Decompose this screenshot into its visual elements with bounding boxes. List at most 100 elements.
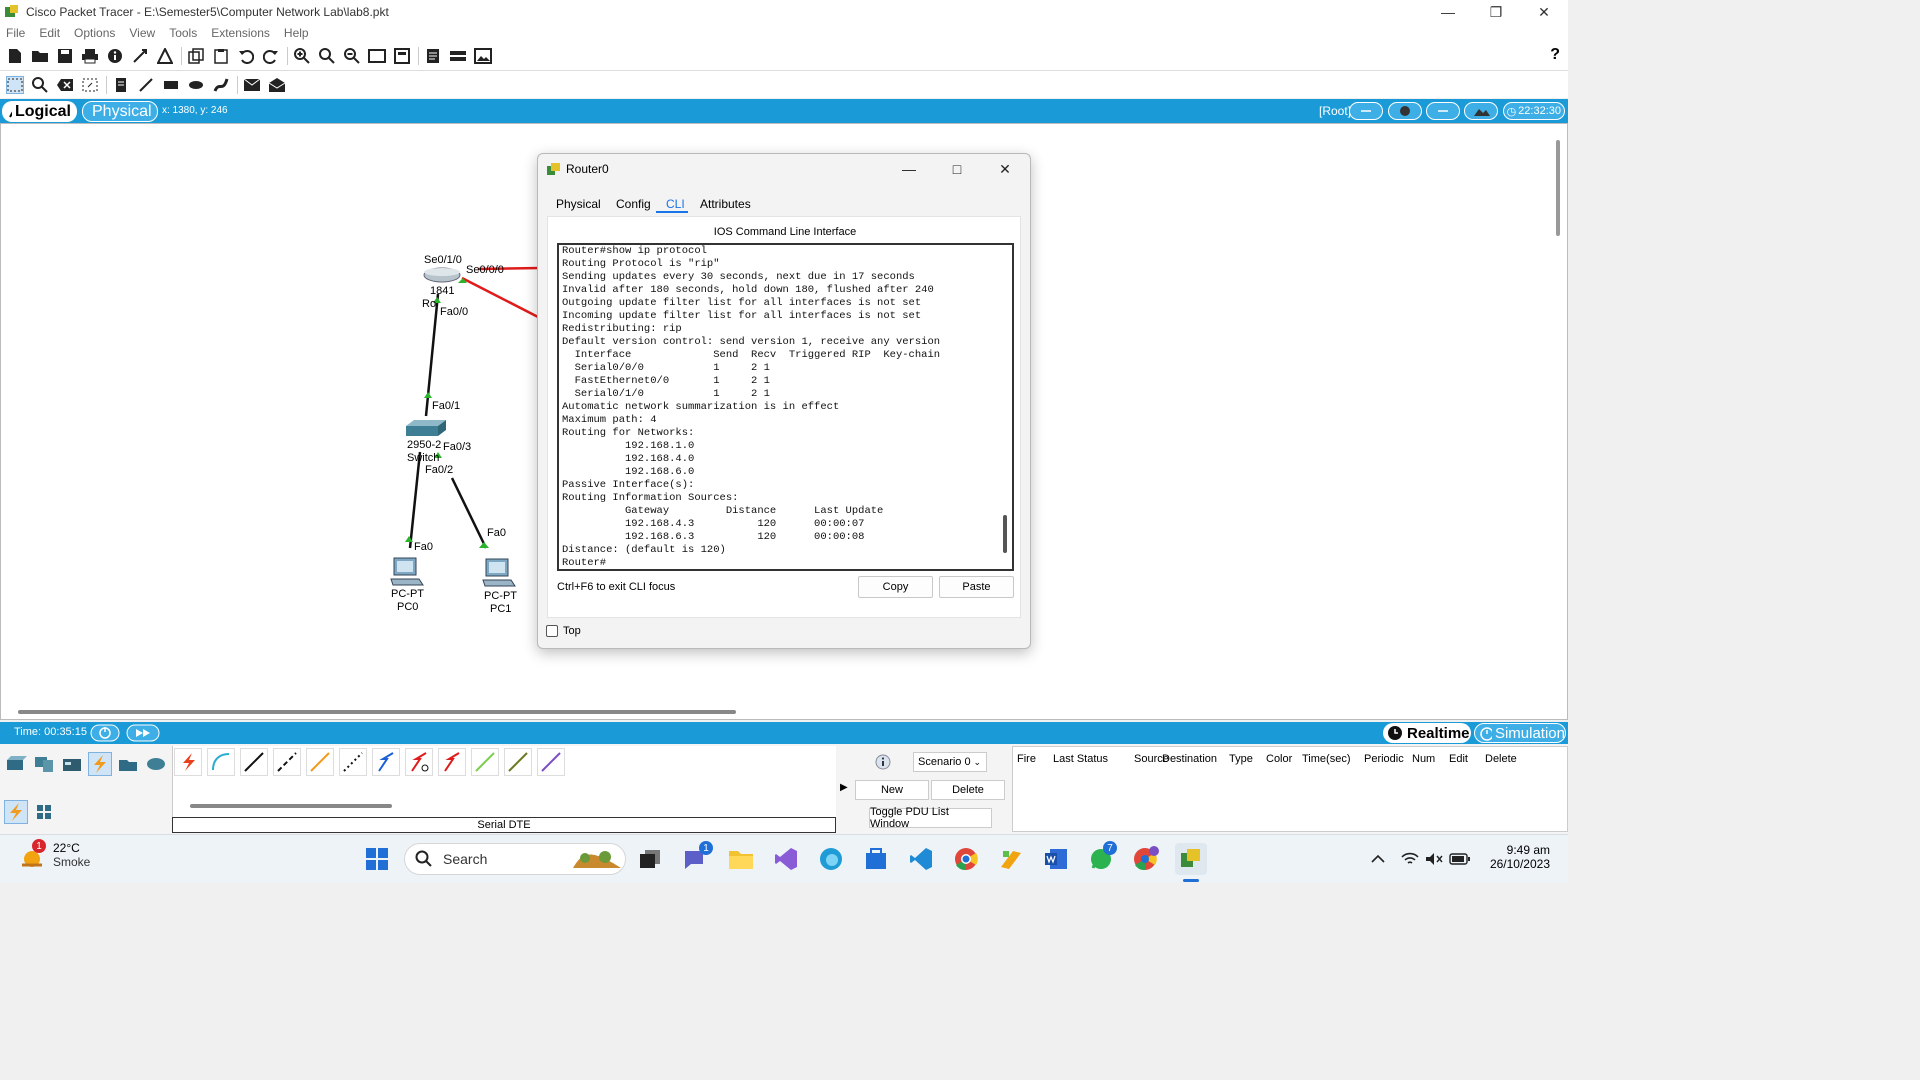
pc1-type: PC-PT	[484, 590, 517, 602]
cli-line: Routing Information Sources:	[562, 492, 739, 504]
pc0-port: Fa0	[414, 541, 433, 553]
pdu-column-header: Delete	[1485, 753, 1517, 765]
router-port-se000: Se0/0/0	[466, 264, 504, 276]
components-icon[interactable]	[60, 752, 84, 776]
system-time: 9:49 am	[1506, 843, 1550, 857]
usb-cable-icon[interactable]	[537, 748, 565, 776]
link-switch-pc0	[408, 451, 422, 549]
fiber-icon[interactable]	[306, 748, 334, 776]
fast-forward-icon[interactable]	[126, 724, 160, 742]
console-cable-icon[interactable]	[207, 748, 235, 776]
tab-attributes[interactable]: Attributes	[700, 197, 751, 211]
iot-custom-cable-icon[interactable]	[504, 748, 532, 776]
scenario-info-icon[interactable]	[875, 754, 891, 770]
end-devices-icon[interactable]	[32, 752, 56, 776]
windows-start-icon[interactable]	[361, 843, 393, 875]
paste-button[interactable]: Paste	[939, 576, 1014, 598]
realtime-label: Realtime	[1407, 724, 1470, 742]
cli-scrollbar[interactable]	[1003, 515, 1007, 553]
delete-scenario-button[interactable]: Delete	[931, 780, 1005, 800]
cli-line: Interface Send Recv Triggered RIP Key-ch…	[562, 349, 941, 361]
packet-tracer-taskbar-icon[interactable]	[1175, 843, 1207, 875]
connections-subcategory-icon[interactable]	[4, 800, 28, 824]
chrome-profile-icon[interactable]	[1130, 843, 1162, 875]
copy-button[interactable]: Copy	[858, 576, 933, 598]
weather-widget[interactable]: 1 22°C Smoke	[20, 839, 90, 871]
active-tab-indicator	[656, 211, 688, 213]
task-view-icon[interactable]	[634, 843, 666, 875]
pc1-port: Fa0	[487, 527, 506, 539]
teams-chat-icon[interactable]: 1	[679, 841, 713, 875]
vscode-icon[interactable]	[905, 843, 937, 875]
serial-dte-icon[interactable]	[438, 748, 466, 776]
cli-line: Router#	[562, 557, 607, 569]
octal-cable-icon[interactable]	[471, 748, 499, 776]
pc0-icon[interactable]	[390, 557, 424, 587]
chrome-icon[interactable]	[950, 843, 982, 875]
power-cycle-icon[interactable]	[90, 724, 120, 742]
tab-physical[interactable]: Physical	[556, 197, 601, 211]
simulation-mode-button[interactable]: Simulation	[1474, 723, 1566, 743]
word-icon[interactable]	[1040, 843, 1072, 875]
taskbar-search[interactable]: Search	[404, 843, 626, 875]
scenario-select[interactable]: Scenario 0 ⌄	[913, 752, 987, 772]
realtime-mode-button[interactable]: Realtime	[1383, 723, 1471, 743]
network-devices-icon[interactable]	[4, 752, 28, 776]
whatsapp-badge: 7	[1103, 841, 1117, 855]
copper-cross-over-icon[interactable]	[273, 748, 301, 776]
switch-port-fa03: Fa0/3	[443, 441, 472, 453]
weather-temperature: 22°C	[53, 841, 80, 855]
chevron-down-icon: ⌄	[973, 756, 981, 767]
battery-icon[interactable]	[1444, 843, 1476, 875]
search-icon	[415, 850, 432, 867]
whatsapp-icon[interactable]: 7	[1085, 841, 1117, 875]
connections-scrollbar[interactable]	[190, 804, 392, 808]
new-scenario-button[interactable]: New	[855, 780, 929, 800]
dialog-maximize-button[interactable]: □	[934, 157, 980, 181]
serial-dce-icon[interactable]	[405, 748, 433, 776]
phone-cable-icon[interactable]	[339, 748, 367, 776]
copper-straight-through-icon[interactable]	[240, 748, 268, 776]
simulation-label: Simulation	[1494, 724, 1565, 742]
dialog-close-button[interactable]: ✕	[982, 157, 1028, 181]
device-panel: Serial DTE ▶ Scenario 0 ⌄ New Delete Tog…	[0, 744, 1568, 834]
dialog-minimize-button[interactable]: —	[886, 157, 932, 181]
cli-line: Automatic network summarization is in ef…	[562, 401, 840, 413]
edge-browser-icon[interactable]	[815, 843, 847, 875]
multiuser-connection-icon[interactable]	[144, 752, 168, 776]
pdu-list-table: Fire Last Status Source Destination Type…	[1012, 746, 1568, 832]
microsoft-store-icon[interactable]	[860, 843, 892, 875]
selected-connection-label: Serial DTE	[172, 817, 836, 833]
tab-cli[interactable]: CLI	[666, 197, 685, 211]
tab-config[interactable]: Config	[616, 197, 651, 211]
switch-icon[interactable]	[404, 418, 448, 438]
link-status-up	[479, 542, 489, 548]
visual-studio-icon[interactable]	[770, 843, 802, 875]
chevron-up-icon[interactable]	[1362, 843, 1394, 875]
pc1-icon[interactable]	[482, 558, 516, 588]
toggle-pdu-list-button[interactable]: Toggle PDU List Window	[869, 806, 992, 830]
connections-category-icon[interactable]	[88, 752, 112, 776]
router0-dialog: Router0 — □ ✕ Physical Config CLI Attrib…	[537, 153, 1031, 649]
pdu-column-header: Num	[1412, 753, 1436, 765]
cli-line: Distance: (default is 120)	[562, 544, 726, 556]
top-checkbox[interactable]: Top	[546, 625, 581, 637]
cli-line: 192.168.1.0	[562, 440, 695, 452]
workspace-horizontal-scrollbar[interactable]	[18, 710, 736, 714]
panel-expand-arrow[interactable]: ▶	[840, 782, 848, 793]
paint-app-icon[interactable]	[995, 843, 1027, 875]
all-connections-icon[interactable]	[32, 800, 56, 824]
router-icon[interactable]	[422, 266, 462, 284]
automatic-connection-icon[interactable]	[174, 748, 202, 776]
simulation-stopwatch-icon	[1480, 727, 1492, 741]
system-clock[interactable]: 9:49 am 26/10/2023	[1484, 843, 1550, 871]
coaxial-cable-icon[interactable]	[372, 748, 400, 776]
top-checkbox-box[interactable]	[546, 625, 558, 637]
top-checkbox-label: Top	[563, 625, 581, 637]
cli-line: Invalid after 180 seconds, hold down 180…	[562, 284, 934, 296]
cli-output: Router#show ip protocol Routing Protocol …	[562, 245, 941, 569]
miscellaneous-icon[interactable]	[116, 752, 140, 776]
cli-terminal[interactable]: Router#show ip protocol Routing Protocol …	[557, 243, 1014, 571]
file-explorer-icon[interactable]	[725, 843, 757, 875]
workspace-vertical-scrollbar[interactable]	[1556, 140, 1560, 236]
